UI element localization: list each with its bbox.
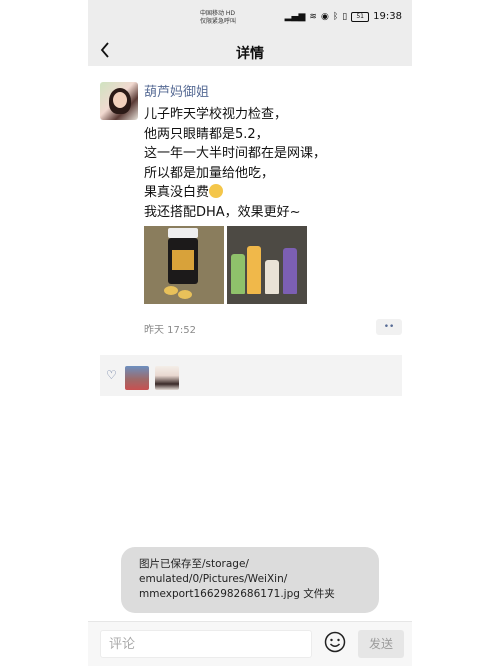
battery-icon: 51	[351, 11, 370, 22]
bluetooth-icon: ᛒ	[332, 11, 339, 22]
wifi-icon: ≋	[309, 11, 317, 22]
liker-avatar[interactable]	[155, 366, 179, 390]
post-line: 我还搭配DHA，效果更好~	[144, 204, 301, 220]
carrier-info: 中国移动 HD 仅限紧急呼叫	[200, 10, 236, 26]
post-line: 他两只眼睛都是5.2，	[144, 126, 269, 142]
post-line: 儿子昨天学校视力检查，	[144, 107, 288, 122]
page-title: 详情	[236, 46, 264, 62]
post-photo-2[interactable]	[227, 226, 307, 304]
comment-input[interactable]: 评论	[100, 630, 312, 658]
post-line: 这一年一大半时间都在是网课，	[144, 146, 327, 161]
post-timestamp: 昨天 17:52	[144, 325, 196, 336]
eye-icon: ◉	[320, 11, 329, 22]
liker-avatar[interactable]	[125, 366, 149, 390]
carrier-status: 仅限紧急呼叫	[200, 18, 237, 25]
post-line: 果真没白费	[144, 185, 210, 200]
more-actions-button[interactable]: ••	[376, 319, 402, 335]
toast-message: 图片已保存至/storage/ emulated/0/Pictures/WeiX…	[121, 547, 379, 613]
status-bar: 中国移动 HD 仅限紧急呼叫 ▂▄▆ ≋ ◉ ᛒ ▯ 51 19:38	[88, 0, 412, 36]
send-button[interactable]: 发送	[358, 630, 404, 658]
avatar[interactable]	[100, 82, 138, 120]
moments-detail-screen: 中国移动 HD 仅限紧急呼叫 ▂▄▆ ≋ ◉ ᛒ ▯ 51 19:38 详情 葫…	[88, 0, 412, 666]
post-photo-1[interactable]	[144, 226, 224, 304]
toast-line: mmexport1662982686171.jpg 文件夹	[139, 588, 335, 600]
likes-panel: ♡	[100, 355, 402, 396]
clock: 19:38	[373, 11, 402, 22]
toast-line: 图片已保存至/storage/	[139, 558, 249, 570]
carrier-name: 中国移动 HD	[200, 10, 236, 17]
nav-bar: 详情	[88, 36, 412, 66]
smiley-icon[interactable]	[324, 631, 346, 653]
username-link[interactable]: 葫芦妈御姐	[144, 81, 209, 100]
post-line: 所以都是加量给他吃，	[144, 165, 275, 181]
comment-bar: 评论 发送	[88, 621, 412, 666]
post-text: 儿子昨天学校视力检查， 他两只眼睛都是5.2， 这一年一大半时间都在是网课， 所…	[144, 105, 394, 222]
toast-line: emulated/0/Pictures/WeiXin/	[139, 573, 288, 585]
emoji-icon	[209, 184, 224, 198]
signal-icon: ▂▄▆	[284, 11, 306, 22]
status-icons: ▂▄▆ ≋ ◉ ᛒ ▯ 51 19:38	[285, 11, 402, 22]
heart-icon: ♡	[106, 368, 117, 382]
vibrate-icon: ▯	[342, 11, 348, 22]
post-line-with-emoji: 果真没白费	[144, 183, 394, 203]
